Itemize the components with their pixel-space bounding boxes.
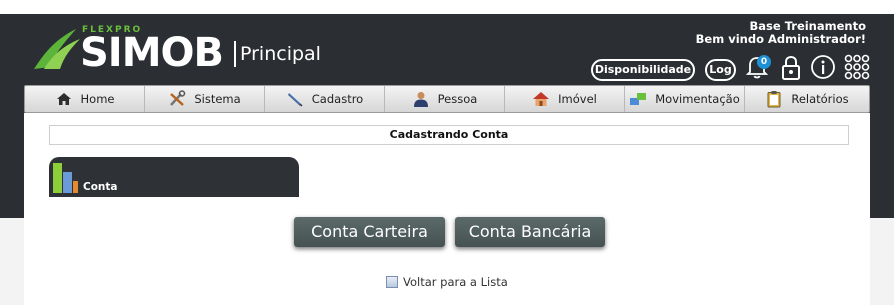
menu-item-sistema[interactable]: Sistema (145, 86, 265, 112)
conta-bancaria-button[interactable]: Conta Bancária (455, 217, 605, 247)
conta-section-label: Conta (83, 181, 118, 193)
menu-item-home[interactable]: Home (25, 86, 145, 112)
browser-top-strip (0, 0, 894, 14)
menu-item-label: Pessoa (437, 92, 478, 106)
bar-chart-icon (53, 163, 78, 193)
menu-item-relatorios[interactable]: Relatórios (745, 86, 869, 112)
menu-item-imovel[interactable]: Imóvel (505, 86, 625, 112)
house-icon (533, 92, 550, 106)
lock-icon[interactable] (779, 54, 803, 82)
list-icon (386, 276, 398, 288)
clipboard-icon (767, 91, 781, 108)
user-info: Base Treinamento Bem vindo Administrador… (696, 20, 866, 46)
pen-icon (287, 93, 303, 107)
menu-item-label: Imóvel (558, 92, 597, 106)
menu-item-label: Cadastro (311, 92, 364, 106)
flexpro-swoosh-icon (34, 29, 80, 69)
log-button[interactable]: Log (705, 59, 736, 81)
back-to-list-link[interactable]: Voltar para a Lista (386, 275, 508, 289)
menu-item-label: Home (80, 92, 115, 106)
menu-item-label: Movimentação (655, 92, 740, 106)
menu-item-label: Relatórios (791, 92, 849, 106)
menu-item-movimentacao[interactable]: Movimentação (625, 86, 745, 112)
content-panel: Cadastrando Conta Conta Conta Carteira C… (24, 113, 870, 305)
menu-item-cadastro[interactable]: Cadastro (265, 86, 385, 112)
home-icon (56, 93, 71, 105)
back-to-list-label: Voltar para a Lista (403, 275, 508, 289)
welcome-text: Bem vindo Administrador! (695, 32, 866, 46)
notification-badge: 0 (757, 55, 771, 69)
brand-name: SIMOB (80, 30, 224, 76)
availability-button[interactable]: Disponibilidade (591, 59, 695, 81)
main-menu-bar: Home Sistema Cadastro Pessoa Imóvel Movi… (24, 85, 870, 113)
menu-item-label: Sistema (194, 92, 241, 106)
menu-item-pessoa[interactable]: Pessoa (385, 86, 505, 112)
page-title: Cadastrando Conta (49, 125, 849, 145)
transfer-icon (630, 93, 647, 105)
tools-icon (170, 90, 186, 106)
conta-section-header: Conta (49, 157, 299, 197)
section-title: Principal (240, 43, 321, 65)
person-icon (413, 92, 428, 107)
logo-divider (234, 41, 236, 67)
conta-carteira-button[interactable]: Conta Carteira (294, 217, 445, 247)
apps-grid-icon[interactable] (844, 54, 870, 80)
info-icon[interactable] (810, 54, 836, 80)
simob-logo[interactable]: FLEXPRO SIMOB Principal (30, 25, 330, 77)
